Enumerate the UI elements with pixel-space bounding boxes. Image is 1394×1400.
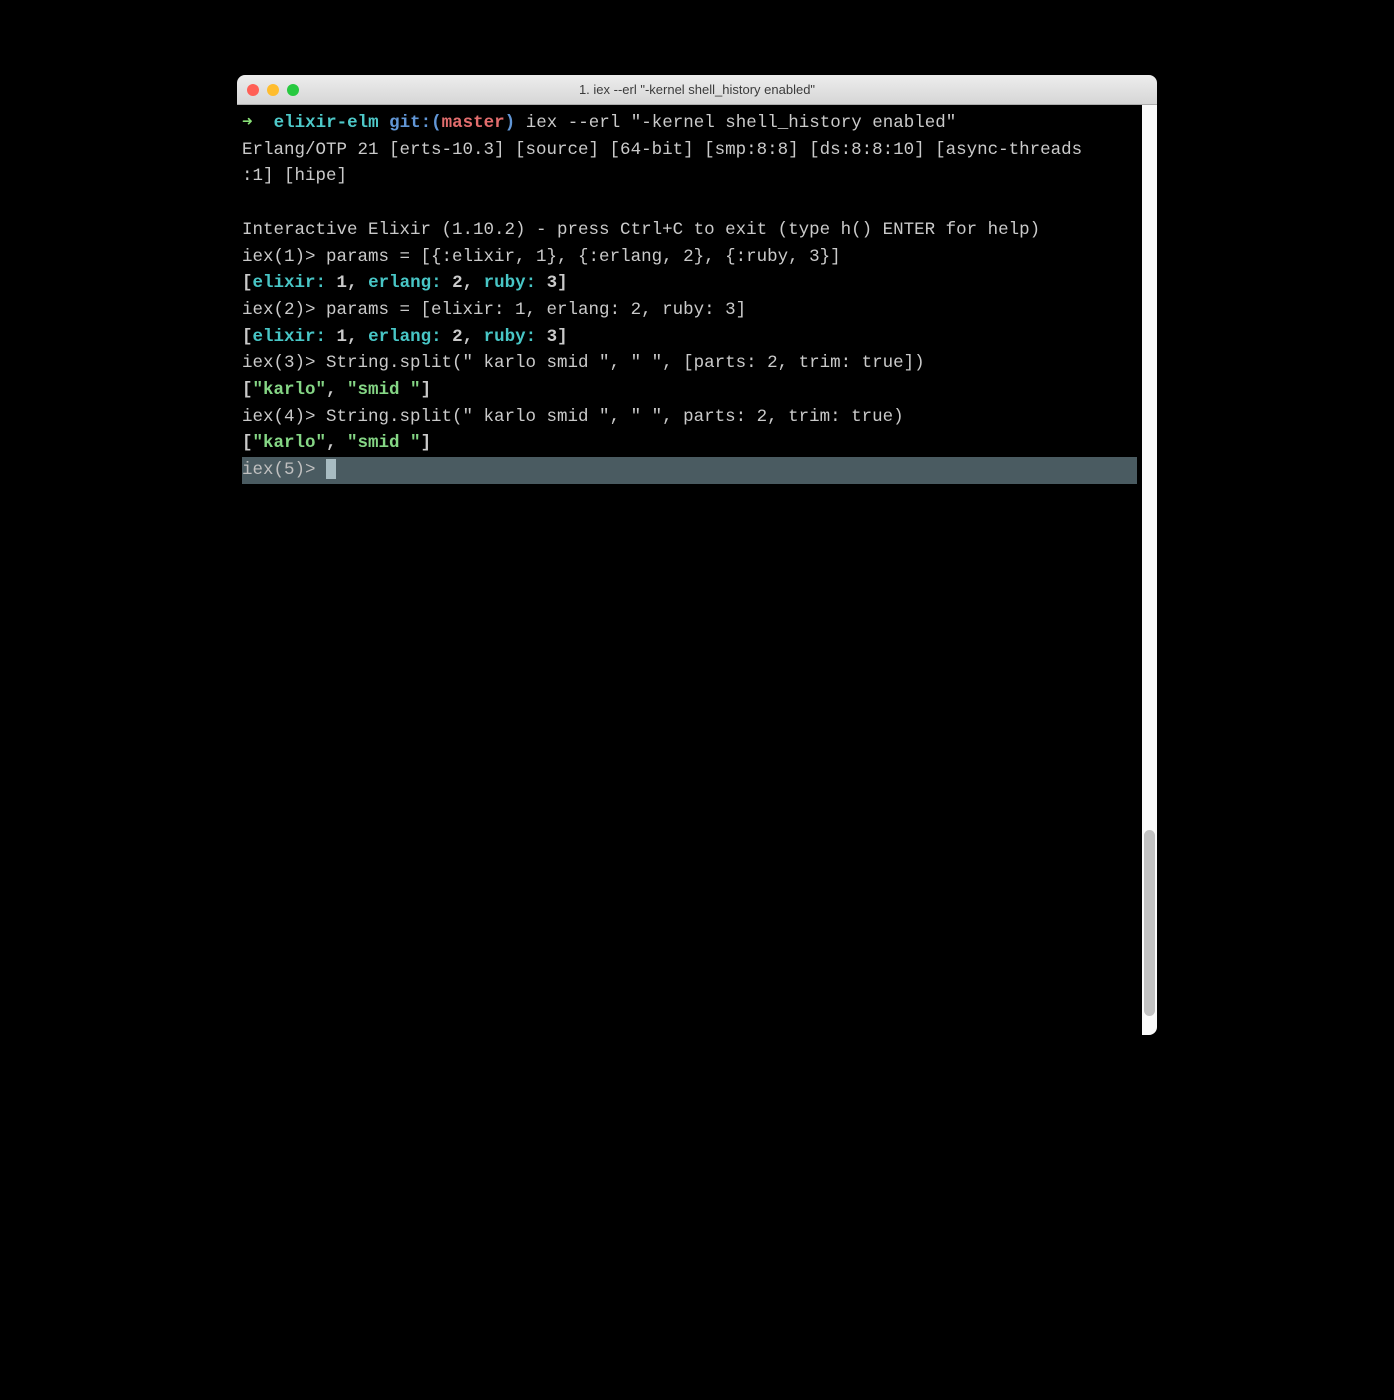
iex-prompt-2: iex(2)> — [242, 300, 316, 320]
iex-input-3: String.split(" karlo smid ", " ", [parts… — [316, 353, 925, 373]
kw-val: 2 — [442, 327, 463, 347]
titlebar[interactable]: 1. iex --erl "-kernel shell_history enab… — [237, 75, 1157, 105]
kw-key: erlang: — [368, 327, 442, 347]
terminal-body: ➜ elixir-elm git:(master) iex --erl "-ke… — [237, 105, 1157, 1035]
git-branch: master — [442, 113, 505, 133]
list-close: ] — [421, 380, 432, 400]
branch-paren-open: ( — [431, 113, 442, 133]
kw-key: ruby: — [484, 327, 537, 347]
sep: , — [463, 327, 484, 347]
window-title: 1. iex --erl "-kernel shell_history enab… — [247, 82, 1147, 97]
maximize-window-button[interactable] — [287, 84, 299, 96]
sep: , — [347, 273, 368, 293]
str-val: "smid " — [347, 433, 421, 453]
kw-key: elixir: — [253, 273, 327, 293]
kw-key: elixir: — [253, 327, 327, 347]
minimize-window-button[interactable] — [267, 84, 279, 96]
str-val: "smid " — [347, 380, 421, 400]
scrollbar-thumb[interactable] — [1144, 830, 1155, 1016]
iex-prompt-5: iex(5)> — [242, 460, 326, 480]
sep: , — [347, 327, 368, 347]
terminal-window: 1. iex --erl "-kernel shell_history enab… — [237, 75, 1157, 1035]
kw-val: 2 — [442, 273, 463, 293]
list-open: [ — [242, 380, 253, 400]
iex-input-2: params = [elixir: 1, erlang: 2, ruby: 3] — [316, 300, 747, 320]
sep: , — [463, 273, 484, 293]
kw-val: 3 — [536, 327, 557, 347]
list-open: [ — [242, 433, 253, 453]
str-val: "karlo" — [253, 380, 327, 400]
active-input-line[interactable]: iex(5)> — [242, 457, 1137, 484]
cwd-label: elixir-elm — [274, 113, 379, 133]
iex-info: Interactive Elixir (1.10.2) - press Ctrl… — [242, 220, 1040, 240]
cursor-icon — [326, 459, 336, 479]
prompt-arrow-icon: ➜ — [242, 113, 253, 133]
kw-key: erlang: — [368, 273, 442, 293]
iex-prompt-3: iex(3)> — [242, 353, 316, 373]
kw-val: 3 — [536, 273, 557, 293]
iex-input-1: params = [{:elixir, 1}, {:erlang, 2}, {:… — [316, 247, 841, 267]
str-val: "karlo" — [253, 433, 327, 453]
iex-prompt-4: iex(4)> — [242, 407, 316, 427]
list-close: ] — [421, 433, 432, 453]
list-close: ] — [557, 273, 568, 293]
terminal-output[interactable]: ➜ elixir-elm git:(master) iex --erl "-ke… — [237, 105, 1142, 1035]
git-label: git: — [389, 113, 431, 133]
list-open: [ — [242, 327, 253, 347]
scrollbar[interactable] — [1142, 105, 1157, 1035]
list-open: [ — [242, 273, 253, 293]
branch-paren-close: ) — [505, 113, 516, 133]
kw-key: ruby: — [484, 273, 537, 293]
sep: , — [326, 380, 347, 400]
shell-command: iex --erl "-kernel shell_history enabled… — [526, 113, 957, 133]
close-window-button[interactable] — [247, 84, 259, 96]
list-close: ] — [557, 327, 568, 347]
traffic-lights — [247, 84, 299, 96]
iex-input-4: String.split(" karlo smid ", " ", parts:… — [316, 407, 904, 427]
sep: , — [326, 433, 347, 453]
iex-prompt-1: iex(1)> — [242, 247, 316, 267]
kw-val: 1 — [326, 273, 347, 293]
erlang-banner: Erlang/OTP 21 [erts-10.3] [source] [64-b… — [242, 140, 1082, 187]
kw-val: 1 — [326, 327, 347, 347]
